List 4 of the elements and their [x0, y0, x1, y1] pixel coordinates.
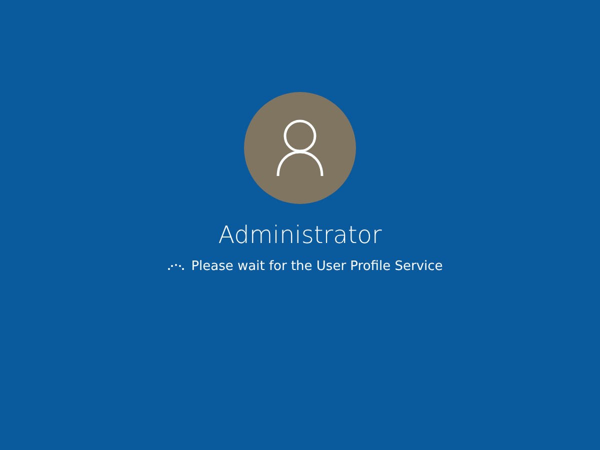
user-name: Administrator — [218, 221, 382, 249]
user-icon — [276, 119, 324, 177]
spinner-icon — [167, 262, 186, 270]
status-message: Please wait for the User Profile Service — [191, 259, 443, 274]
